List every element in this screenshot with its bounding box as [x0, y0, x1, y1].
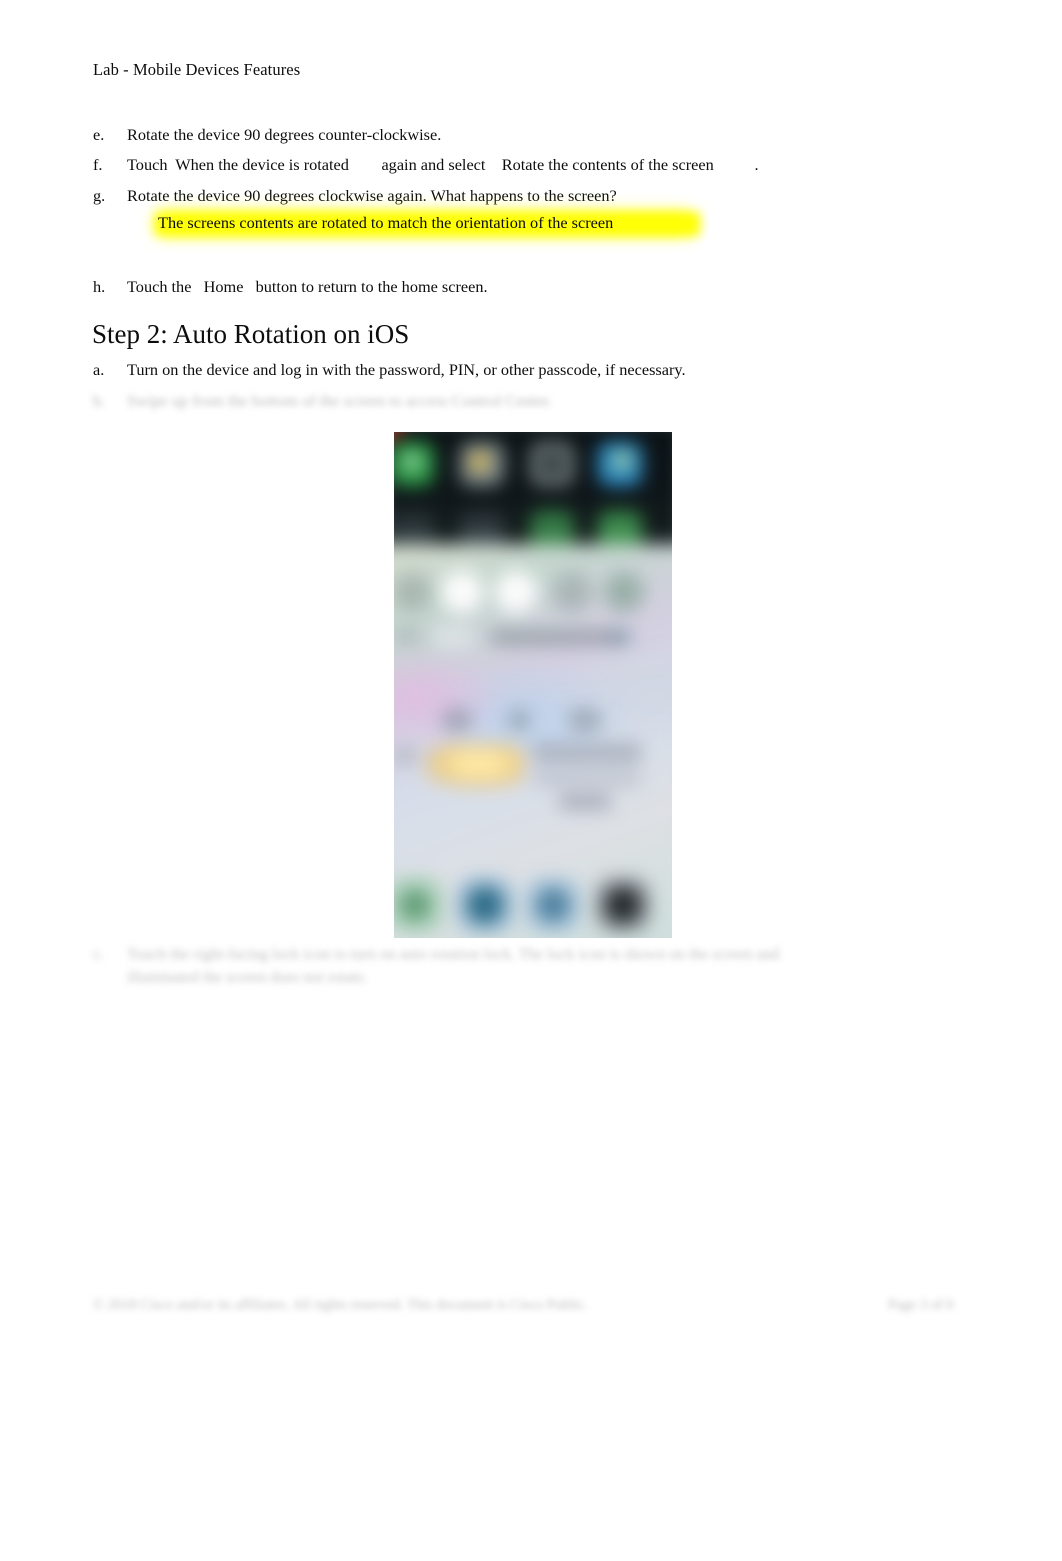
- list-item-marker: h.: [93, 277, 106, 296]
- control-center-toggle-row: [394, 564, 672, 624]
- rotation-lock-toggle-icon: [604, 572, 644, 612]
- list-item-marker: e.: [93, 125, 105, 144]
- app-icon-camera: [530, 442, 574, 486]
- control-center-tile-row: [394, 872, 672, 938]
- app-icon-green: [394, 442, 434, 486]
- document-page: Lab - Mobile Devices Features e. Rotate …: [0, 0, 1062, 1561]
- brightness-slider-knob: [610, 630, 632, 645]
- text-bar-3: [558, 794, 612, 810]
- control-center-panel: [394, 544, 672, 938]
- app-icon-weather: [598, 442, 642, 486]
- answer-text: The screens contents are rotated to matc…: [158, 213, 614, 232]
- airdrop-pill-icon: [442, 709, 472, 731]
- list-item-marker: b.: [93, 391, 106, 410]
- list-item-marker: a.: [93, 360, 105, 379]
- list-item-marker: c.: [93, 946, 104, 963]
- list-item: g. Rotate the device 90 degrees clockwis…: [93, 185, 617, 206]
- list-item-text: Swipe up from the bottom of the screen t…: [127, 391, 553, 410]
- document-running-header: Lab - Mobile Devices Features: [93, 60, 301, 79]
- list-item-text: Rotate the device 90 degrees clockwise a…: [127, 186, 617, 205]
- footer-copyright: © 2018 Cisco and/or its affiliates. All …: [93, 1297, 588, 1313]
- list-item: e. Rotate the device 90 degrees counter-…: [93, 124, 441, 145]
- list-item: h. Touch the Home button to return to th…: [93, 276, 488, 297]
- brightness-slider: [490, 630, 622, 645]
- list-item-text: Turn on the device and log in with the p…: [127, 360, 686, 379]
- control-center-pill-row: [394, 699, 672, 747]
- screenshot-blur-layer: [394, 432, 672, 938]
- timer-tile-icon: [456, 876, 514, 934]
- list-item-text-line2: illuminated the screen does not rotate.: [127, 968, 368, 986]
- slider-label: [394, 630, 420, 642]
- calculator-tile-icon: [524, 876, 582, 934]
- list-item-marker: f.: [93, 155, 103, 174]
- list-item-redacted: b. Swipe up from the bottom of the scree…: [93, 390, 552, 411]
- footer-page-number: Page 3 of 6: [888, 1297, 954, 1313]
- notification-badge-icon: [394, 432, 402, 438]
- section-label: [394, 748, 416, 764]
- wifi-toggle-icon: [442, 572, 482, 612]
- list-item-text: Rotate the device 90 degrees counter-clo…: [127, 125, 442, 144]
- list-item-text: Touch When the device is rotated again a…: [127, 155, 759, 174]
- airplane-mode-toggle-icon: [394, 572, 432, 612]
- list-item-text-line1: Touch the right-facing lock icon to turn…: [127, 946, 780, 963]
- camera-tile-icon: [594, 876, 652, 934]
- do-not-disturb-toggle-icon: [552, 572, 592, 612]
- app-icon-photos: [460, 442, 504, 486]
- bluetooth-toggle-icon: [496, 572, 536, 612]
- media-chip: [434, 626, 472, 648]
- list-item: f. Touch When the device is rotated agai…: [93, 154, 759, 175]
- list-item-text: Touch the Home button to return to the h…: [127, 277, 488, 296]
- timer-pill-icon: [568, 709, 602, 731]
- text-bar-1: [532, 742, 642, 764]
- list-item: a. Turn on the device and log in with th…: [93, 359, 686, 380]
- step-heading: Step 2: Auto Rotation on iOS: [92, 319, 410, 349]
- list-item-redacted: c. Touch the right-facing lock icon to tu…: [93, 944, 943, 990]
- ios-control-center-screenshot: [394, 432, 672, 938]
- list-item-marker: g.: [93, 186, 106, 205]
- highlighted-answer: The screens contents are rotated to matc…: [155, 210, 715, 238]
- flashlight-pill-icon: [508, 709, 530, 731]
- home-screen-app-grid: [394, 432, 672, 550]
- flashlight-tile-icon: [394, 876, 444, 934]
- text-bar-2: [532, 772, 642, 786]
- amber-highlight-block: [424, 744, 524, 788]
